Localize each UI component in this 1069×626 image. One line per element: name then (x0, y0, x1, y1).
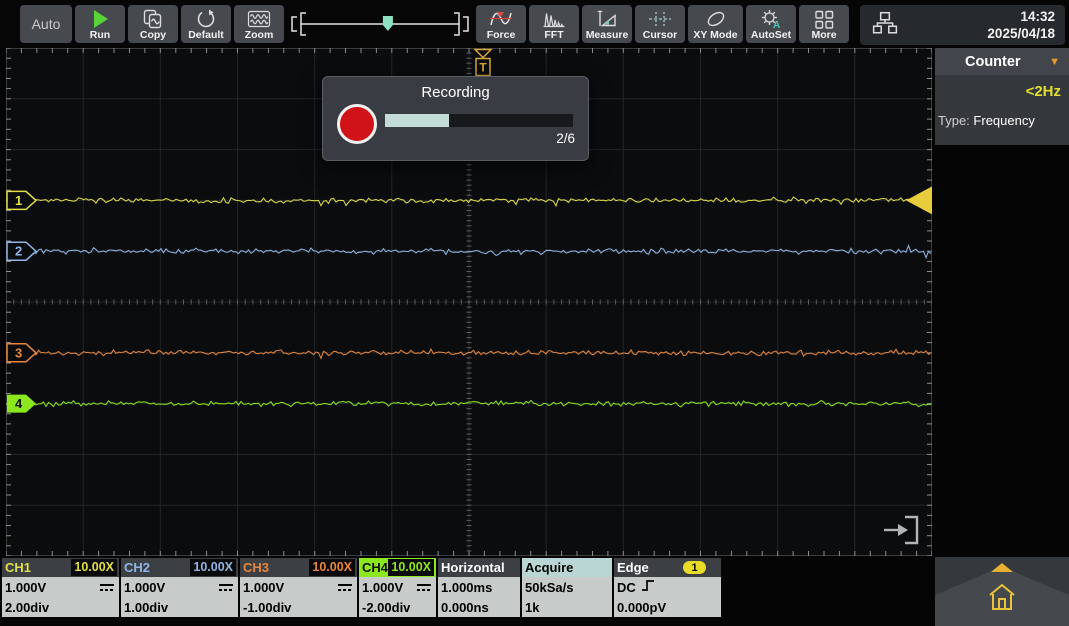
recording-dialog: Recording 2/6 (322, 76, 589, 161)
counter-title: Counter (965, 54, 1021, 70)
counter-value: <2Hz (935, 83, 1069, 100)
ch2-status-block[interactable]: CH2 10.00X 1.000V 1.00div (121, 558, 238, 617)
timebase-value: 1.000ms (441, 580, 492, 595)
ch1-status-block[interactable]: CH1 10.00X 1.000V 2.00div (2, 558, 119, 617)
recording-progress-fill (385, 114, 449, 127)
trigger-status-block[interactable]: Edge 1 DC 0.000pV (614, 558, 721, 617)
force-button[interactable]: Force (476, 5, 526, 43)
ch1-probe-factor: 10.00X (71, 559, 117, 576)
xy-mode-button[interactable]: XY Mode (688, 5, 743, 43)
slider-thumb (383, 16, 393, 31)
more-grid-icon (812, 8, 836, 29)
svg-text:2: 2 (15, 244, 22, 259)
measure-button[interactable]: Measure (582, 5, 632, 43)
ch3-status-block[interactable]: CH3 10.00X 1.000V -1.00div (240, 558, 357, 617)
home-corner-panel (935, 557, 1069, 626)
dc-coupling-icon (219, 580, 234, 595)
default-reset-icon (194, 8, 218, 29)
chevron-down-icon: ▼ (1049, 56, 1060, 68)
recording-progress-count: 2/6 (556, 131, 575, 146)
zoom-button[interactable]: Zoom (234, 5, 284, 43)
zoom-waveform-icon (247, 8, 271, 29)
sample-rate-value: 50kSa/s (525, 580, 573, 595)
svg-text:3: 3 (15, 345, 22, 360)
run-button[interactable]: Run (75, 5, 125, 43)
ch2-probe-factor: 10.00X (190, 559, 236, 576)
clock-date: 2025/04/18 (987, 25, 1055, 42)
horizontal-status-block[interactable]: Horizontal 1.000ms 0.000ns (438, 558, 520, 617)
trigger-source-badge: 1 (683, 561, 706, 574)
auto-label: Auto (32, 16, 61, 32)
force-trigger-icon (489, 8, 513, 29)
top-toolbar: Auto Run Copy Default (0, 0, 1069, 48)
trigger-coupling-value: DC (617, 580, 636, 595)
dc-coupling-icon (100, 580, 115, 595)
cursor-button[interactable]: Cursor (635, 5, 685, 43)
bottom-status-bar: CH1 10.00X 1.000V 2.00div CH2 10.00X 1.0… (2, 558, 721, 617)
dc-coupling-icon (338, 580, 353, 595)
clock-time: 14:32 (987, 8, 1055, 25)
lan-network-icon[interactable] (872, 11, 898, 40)
counter-panel: Counter ▼ <2Hz Type: Frequency (935, 48, 1069, 145)
xy-mode-icon (704, 8, 728, 29)
cursor-icon (648, 8, 672, 29)
memory-depth-value: 1k (525, 600, 539, 615)
svg-text:T: T (479, 61, 487, 75)
counter-dropdown[interactable]: Counter ▼ (935, 48, 1069, 75)
run-play-icon (88, 8, 112, 29)
rising-edge-icon (641, 579, 655, 595)
ch4-probe-factor: 10.00X (388, 559, 434, 576)
counter-type-value: Frequency (973, 113, 1034, 128)
expand-up-arrow-icon[interactable] (991, 563, 1013, 572)
measure-icon (595, 8, 619, 29)
dc-coupling-icon (417, 580, 432, 595)
home-button[interactable] (987, 581, 1017, 613)
counter-type-row: Type: Frequency (935, 113, 1069, 128)
auto-button[interactable]: Auto (20, 5, 72, 43)
autoset-gear-icon: A (759, 8, 783, 29)
default-button[interactable]: Default (181, 5, 231, 43)
trigger-level-value: 0.000pV (617, 600, 666, 615)
fft-button[interactable]: FFT (529, 5, 579, 43)
clock[interactable]: 14:32 2025/04/18 (987, 8, 1055, 42)
toolbar-status-box: 14:32 2025/04/18 (860, 5, 1065, 45)
ch4-status-block[interactable]: CH4 10.00X 1.000V -2.00div (359, 558, 436, 617)
trigger-position-slider[interactable] (287, 5, 473, 43)
horizontal-offset-value: 0.000ns (441, 600, 489, 615)
acquire-status-block[interactable]: Acquire 50kSa/s 1k (522, 558, 612, 617)
fft-spectrum-icon (542, 8, 566, 29)
svg-text:1: 1 (15, 193, 22, 208)
copy-icon (141, 8, 165, 29)
copy-button[interactable]: Copy (128, 5, 178, 43)
svg-text:A: A (773, 20, 780, 29)
more-button[interactable]: More (799, 5, 849, 43)
ch3-probe-factor: 10.00X (309, 559, 355, 576)
recording-progress-bar (385, 114, 573, 127)
autoset-button[interactable]: A AutoSet (746, 5, 796, 43)
svg-text:4: 4 (15, 396, 23, 411)
record-stop-button[interactable] (337, 104, 377, 144)
recording-title: Recording (323, 84, 588, 101)
